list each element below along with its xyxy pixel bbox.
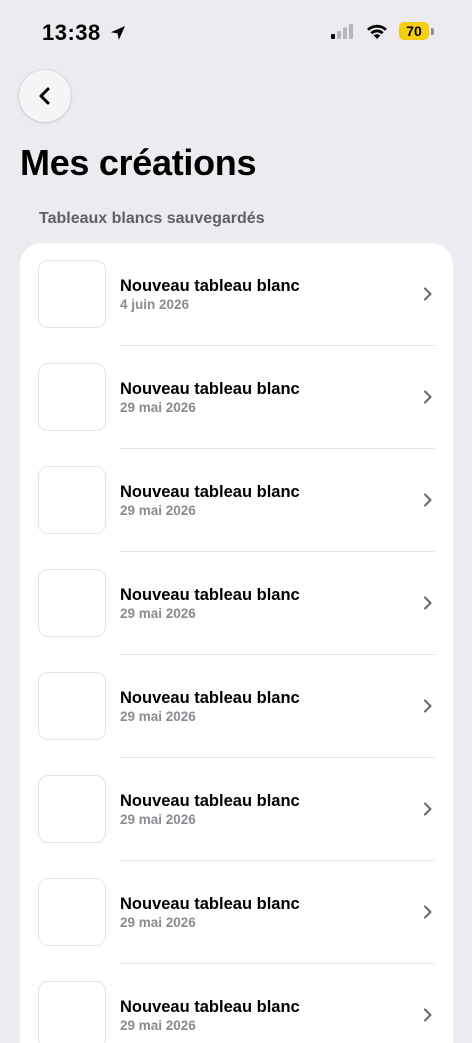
whiteboards-list: Nouveau tableau blanc 4 juin 2026 Nouvea… — [20, 243, 453, 1043]
section-label: Tableaux blancs sauvegardés — [39, 210, 265, 227]
whiteboard-thumbnail — [38, 672, 106, 740]
item-title: Nouveau tableau blanc — [120, 689, 300, 707]
item-date: 29 mai 2026 — [120, 503, 196, 518]
chevron-right-icon — [423, 1008, 432, 1022]
item-title: Nouveau tableau blanc — [120, 277, 300, 295]
page-title: Mes créations — [20, 142, 257, 183]
list-item[interactable]: Nouveau tableau blanc 29 mai 2026 — [20, 861, 453, 964]
item-date: 29 mai 2026 — [120, 709, 196, 724]
chevron-right-icon — [423, 287, 432, 301]
chevron-right-icon — [423, 802, 432, 816]
list-item[interactable]: Nouveau tableau blanc 29 mai 2026 — [20, 655, 453, 758]
list-item[interactable]: Nouveau tableau blanc 29 mai 2026 — [20, 552, 453, 655]
back-button[interactable] — [19, 70, 71, 122]
chevron-right-icon — [423, 390, 432, 404]
whiteboard-thumbnail — [38, 878, 106, 946]
status-time: 13:38 — [42, 20, 101, 45]
list-item[interactable]: Nouveau tableau blanc 4 juin 2026 — [20, 243, 453, 346]
list-item[interactable]: Nouveau tableau blanc 29 mai 2026 — [20, 346, 453, 449]
cellular-signal-icon — [331, 24, 353, 39]
whiteboard-thumbnail — [38, 981, 106, 1043]
battery-level: 70 — [399, 22, 429, 40]
wifi-icon — [367, 24, 387, 39]
item-title: Nouveau tableau blanc — [120, 792, 300, 810]
whiteboard-thumbnail — [38, 569, 106, 637]
item-title: Nouveau tableau blanc — [120, 895, 300, 913]
whiteboard-thumbnail — [38, 466, 106, 534]
whiteboard-thumbnail — [38, 775, 106, 843]
list-item[interactable]: Nouveau tableau blanc 29 mai 2026 — [20, 449, 453, 552]
whiteboard-thumbnail — [38, 260, 106, 328]
location-arrow-icon — [110, 26, 125, 40]
item-date: 4 juin 2026 — [120, 297, 190, 312]
item-date: 29 mai 2026 — [120, 812, 196, 827]
status-bar: 13:38 70 — [0, 0, 472, 70]
item-title: Nouveau tableau blanc — [120, 998, 300, 1016]
battery-icon: 70 — [399, 22, 434, 40]
chevron-left-icon — [39, 87, 50, 105]
item-date: 29 mai 2026 — [120, 915, 196, 930]
list-item[interactable]: Nouveau tableau blanc 29 mai 2026 — [20, 758, 453, 861]
whiteboard-thumbnail — [38, 363, 106, 431]
item-date: 29 mai 2026 — [120, 400, 196, 415]
chevron-right-icon — [423, 493, 432, 507]
item-title: Nouveau tableau blanc — [120, 483, 300, 501]
list-item[interactable]: Nouveau tableau blanc 29 mai 2026 — [20, 964, 453, 1043]
chevron-right-icon — [423, 905, 432, 919]
item-date: 29 mai 2026 — [120, 1018, 196, 1033]
item-title: Nouveau tableau blanc — [120, 586, 300, 604]
chevron-right-icon — [423, 596, 432, 610]
item-date: 29 mai 2026 — [120, 606, 196, 621]
chevron-right-icon — [423, 699, 432, 713]
item-title: Nouveau tableau blanc — [120, 380, 300, 398]
